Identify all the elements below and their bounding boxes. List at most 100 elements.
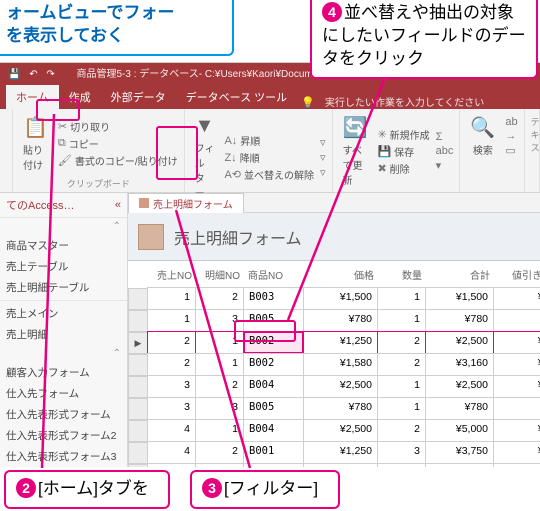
nav-item[interactable]: 仕入先表形式フォーム2: [0, 425, 127, 446]
spelling-button[interactable]: abc: [436, 145, 454, 157]
cell[interactable]: B001: [243, 441, 304, 464]
tab-database-tools[interactable]: データベース ツール: [176, 85, 298, 109]
cell[interactable]: ¥780: [425, 309, 494, 332]
cell[interactable]: 3: [377, 441, 426, 464]
row-selector[interactable]: ▶: [128, 332, 148, 354]
nav-section-forms[interactable]: ⌃: [0, 345, 127, 362]
cell[interactable]: ¥780: [303, 397, 378, 420]
table-row[interactable]: 43B003¥1,5001¥1,500¥1,275: [128, 464, 540, 467]
save-record-button[interactable]: 💾保存: [377, 144, 429, 159]
cell[interactable]: 1: [147, 309, 196, 332]
cell[interactable]: B002: [243, 353, 304, 376]
replace-button[interactable]: ab: [505, 116, 517, 128]
cell[interactable]: ¥1,275: [493, 287, 540, 310]
more-button[interactable]: ▾: [436, 159, 454, 172]
nav-header[interactable]: てのAccess…«: [0, 193, 127, 218]
remove-sort-button[interactable]: A⟲並べ替えの解除: [224, 167, 314, 182]
cell[interactable]: ¥2,686: [493, 353, 540, 376]
copy-button[interactable]: ⧉コピー: [58, 136, 178, 151]
cell[interactable]: ¥1,500: [303, 287, 378, 310]
select-button[interactable]: ▭: [505, 144, 517, 157]
cell[interactable]: B004: [243, 419, 304, 442]
column-header[interactable]: 商品NO: [244, 261, 304, 288]
cell[interactable]: ¥663: [493, 397, 540, 420]
column-header[interactable]: 数量: [378, 261, 426, 288]
nav-section-tables[interactable]: ⌃: [0, 218, 127, 235]
cell[interactable]: ¥2,125: [493, 331, 540, 354]
advanced-filter[interactable]: ▿: [320, 151, 326, 164]
column-header[interactable]: 売上NO: [148, 261, 196, 288]
table-row[interactable]: 32B004¥2,5001¥2,500¥2,125: [128, 376, 540, 398]
cell[interactable]: ¥1,500: [303, 463, 378, 467]
cell[interactable]: ¥1,580: [303, 353, 378, 376]
cell[interactable]: ¥1,275: [493, 463, 540, 467]
toggle-filter[interactable]: ▿: [320, 166, 326, 179]
cell[interactable]: 3: [147, 375, 196, 398]
cell[interactable]: 2: [195, 375, 244, 398]
cell[interactable]: 1: [195, 419, 244, 442]
undo-icon[interactable]: ↶: [29, 69, 37, 80]
nav-item[interactable]: 仕入先表形式フォーム: [0, 404, 127, 425]
totals-button[interactable]: Σ: [436, 131, 454, 143]
cell[interactable]: ¥2,500: [425, 331, 494, 354]
table-row[interactable]: 33B005¥7801¥780¥663: [128, 398, 540, 420]
row-selector[interactable]: [128, 376, 148, 398]
cell[interactable]: 1: [377, 375, 426, 398]
filter-button[interactable]: ▼ フィルター: [191, 113, 219, 202]
refresh-all-button[interactable]: 🔄 すべて更新: [339, 113, 372, 189]
row-selector[interactable]: [128, 464, 148, 467]
chevron-left-icon[interactable]: «: [115, 199, 121, 211]
table-row[interactable]: 21B002¥1,5802¥3,160¥2,686: [128, 354, 540, 376]
cell[interactable]: ¥2,500: [303, 375, 378, 398]
nav-item[interactable]: 顧客入力フォーム: [0, 362, 127, 383]
cell[interactable]: 1: [377, 463, 426, 467]
tell-me-input[interactable]: 実行したい作業を入力してください: [325, 94, 484, 109]
column-header[interactable]: [128, 261, 148, 288]
cell[interactable]: ¥3,160: [425, 353, 494, 376]
cell[interactable]: ¥3,750: [425, 441, 494, 464]
find-button[interactable]: 🔍 検索: [466, 113, 499, 159]
sort-desc-button[interactable]: Z↓降順: [224, 150, 314, 165]
nav-item[interactable]: 売上明細テーブル: [0, 277, 127, 298]
table-row[interactable]: 13B005¥7801¥780¥663: [128, 310, 540, 332]
table-row[interactable]: 41B004¥2,5002¥5,000¥4,250: [128, 420, 540, 442]
cell[interactable]: 3: [195, 309, 244, 332]
nav-item[interactable]: 売上明細: [0, 324, 127, 345]
cell[interactable]: 2: [147, 331, 196, 354]
cell[interactable]: 3: [147, 397, 196, 420]
row-selector[interactable]: [128, 288, 148, 310]
paste-button[interactable]: 📋 貼り付け: [19, 113, 52, 174]
table-row[interactable]: 42B001¥1,2503¥3,750¥3,188: [128, 442, 540, 464]
selection-filter[interactable]: ▿: [320, 136, 326, 149]
cell[interactable]: 1: [377, 287, 426, 310]
nav-item[interactable]: 仕入先フォーム: [0, 383, 127, 404]
cell[interactable]: ¥1,500: [425, 287, 494, 310]
cell[interactable]: 2: [147, 353, 196, 376]
delete-record-button[interactable]: ✖削除: [377, 161, 429, 176]
cell[interactable]: ¥1,250: [303, 331, 378, 354]
cell[interactable]: 2: [377, 353, 426, 376]
row-selector[interactable]: [128, 310, 148, 332]
row-selector[interactable]: [128, 420, 148, 442]
cell[interactable]: 3: [195, 463, 244, 467]
cell[interactable]: ¥1,500: [425, 463, 494, 467]
cell[interactable]: B002: [243, 331, 304, 354]
goto-button[interactable]: →: [505, 130, 517, 142]
cell[interactable]: 2: [195, 287, 244, 310]
form-tab[interactable]: 売上明細フォーム: [128, 193, 244, 213]
column-header[interactable]: 明細NO: [196, 261, 244, 288]
cell[interactable]: 1: [195, 331, 244, 354]
save-icon[interactable]: 💾: [8, 69, 20, 80]
cell[interactable]: 2: [195, 441, 244, 464]
cell[interactable]: ¥1,250: [303, 441, 378, 464]
nav-item[interactable]: 売上テーブル: [0, 256, 127, 277]
sort-asc-button[interactable]: A↓昇順: [224, 133, 314, 148]
cell[interactable]: 2: [377, 331, 426, 354]
row-selector[interactable]: [128, 398, 148, 420]
cell[interactable]: 1: [377, 309, 426, 332]
cell[interactable]: ¥2,500: [425, 375, 494, 398]
table-row[interactable]: 12B003¥1,5001¥1,500¥1,275: [128, 288, 540, 310]
cell[interactable]: ¥780: [303, 309, 378, 332]
cut-button[interactable]: ✂切り取り: [58, 119, 178, 134]
cell[interactable]: ¥4,250: [493, 419, 540, 442]
